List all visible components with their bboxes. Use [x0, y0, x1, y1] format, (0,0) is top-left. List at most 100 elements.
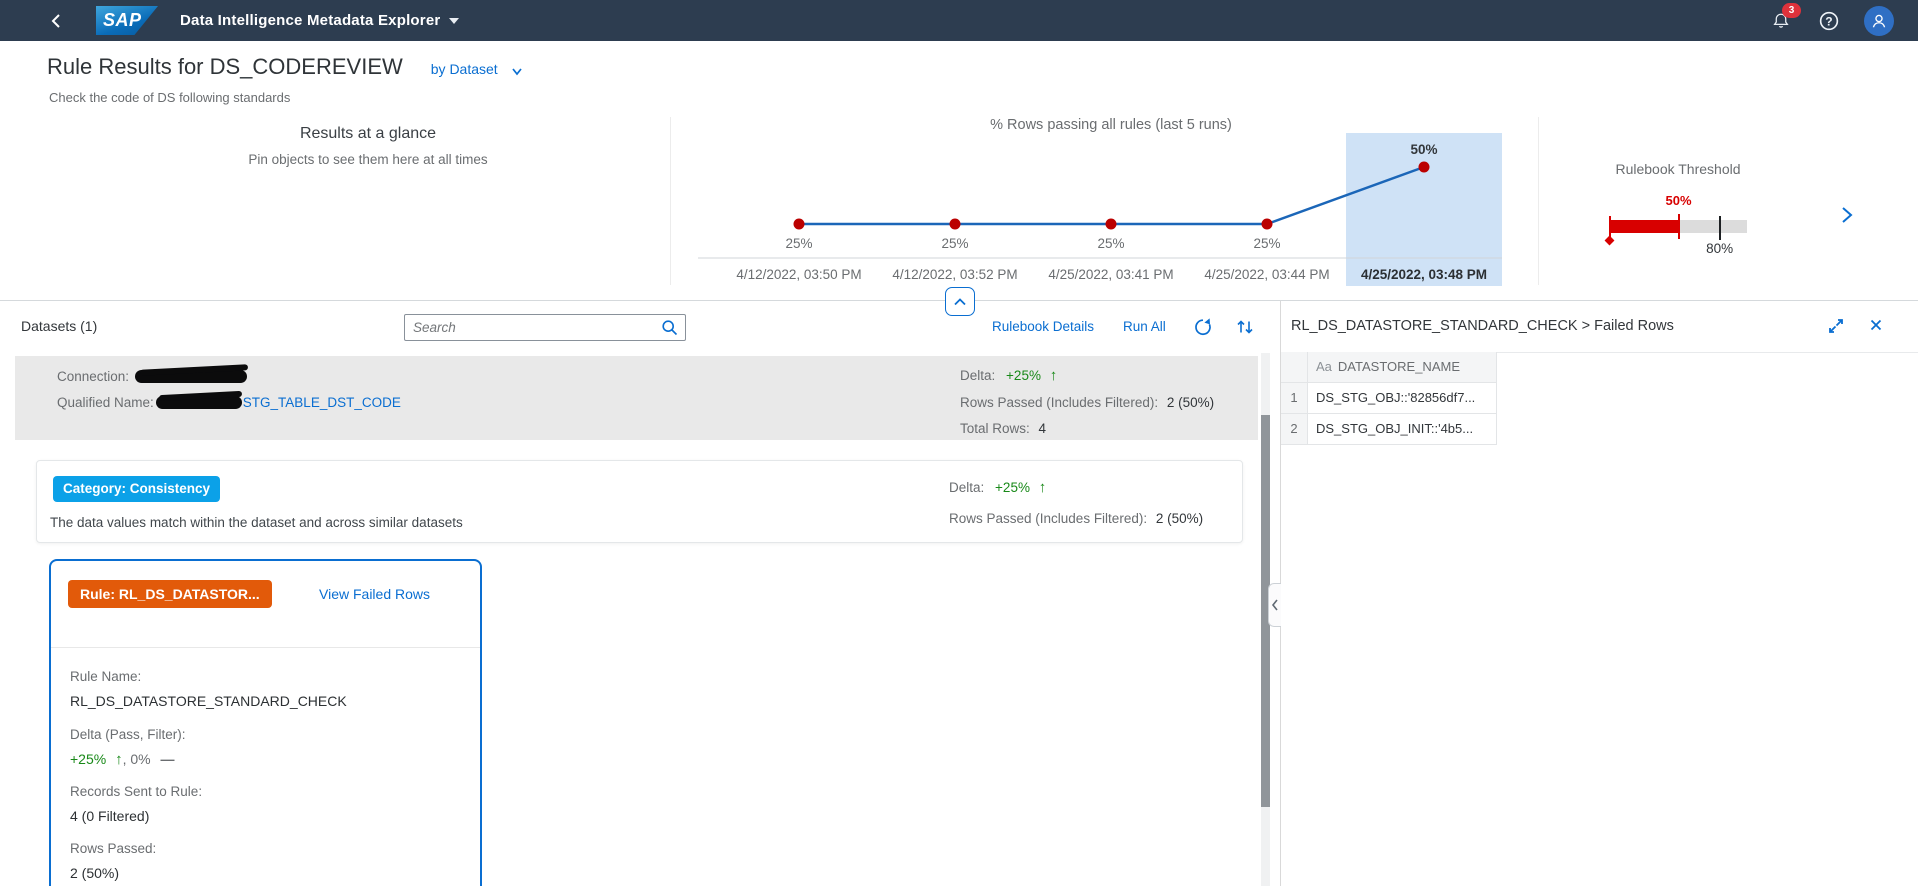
- svg-text:25%: 25%: [785, 236, 812, 251]
- total-rows-label: Total Rows:: [960, 421, 1030, 436]
- collapse-overview-button[interactable]: [945, 287, 975, 316]
- rule-delta-label: Delta (Pass, Filter):: [70, 727, 186, 742]
- delta-pass-value: +25%: [70, 751, 107, 767]
- notifications-button[interactable]: 3: [1768, 2, 1801, 34]
- redacted-connection-value: [135, 370, 248, 383]
- threshold-title: Rulebook Threshold: [1615, 161, 1741, 177]
- divider: [51, 647, 480, 648]
- delta-label: Delta:: [960, 368, 996, 383]
- row-number: 1: [1281, 383, 1308, 413]
- person-icon: [1872, 14, 1886, 28]
- table-row[interactable]: 1 DS_STG_OBJ::'82856df7...: [1281, 383, 1497, 414]
- glance-hint: Pin objects to see them here at all time…: [248, 152, 488, 167]
- rule-name-label: Rule Name:: [70, 669, 142, 684]
- rows-passed-label: Rows Passed (Includes Filtered):: [949, 511, 1148, 526]
- svg-text:25%: 25%: [1253, 236, 1280, 251]
- trend-up-icon: ↑: [115, 751, 123, 768]
- rule-rows-passed-value: 2 (50%): [70, 865, 120, 881]
- chevron-down-icon[interactable]: [510, 66, 524, 77]
- page-subtitle: Check the code of DS following standards: [49, 90, 291, 105]
- search-icon[interactable]: [661, 319, 679, 337]
- page-header: Rule Results for DS_CODEREVIEW by Datase…: [47, 54, 524, 80]
- panel-resize-handle[interactable]: [1268, 583, 1281, 627]
- view-by-dropdown[interactable]: by Dataset: [431, 61, 498, 77]
- qualified-name-label: Qualified Name:: [57, 395, 154, 410]
- table-row[interactable]: 2 DS_STG_OBJ_INIT::'4b5...: [1281, 414, 1497, 445]
- results-at-a-glance: Results at a glance Pin objects to see t…: [118, 125, 618, 167]
- delta-value: +25%: [995, 480, 1030, 495]
- svg-text:4/25/2022, 03:44 PM: 4/25/2022, 03:44 PM: [1204, 267, 1329, 282]
- dataset-stats: Delta: +25% ↑ Rows Passed (Includes Filt…: [960, 363, 1214, 443]
- search-input[interactable]: [405, 315, 685, 340]
- rows-passed-value: 2 (50%): [1166, 394, 1215, 410]
- rule-name-value: RL_DS_DATASTORE_STANDARD_CHECK: [70, 693, 347, 709]
- help-icon: ?: [1819, 11, 1839, 30]
- redacted-qualified-name: [155, 396, 242, 409]
- threshold-marker-diamond: [1604, 235, 1615, 246]
- text-type-icon: Aa: [1316, 359, 1332, 374]
- rule-badge: Rule: RL_DS_DATASTOR...: [68, 580, 272, 608]
- chevron-up-icon: [954, 298, 966, 306]
- threshold-target-label: 80%: [1706, 241, 1734, 256]
- user-avatar[interactable]: [1864, 5, 1894, 36]
- refresh-button[interactable]: [1192, 316, 1214, 338]
- view-failed-rows-link[interactable]: View Failed Rows: [319, 586, 430, 602]
- run-all-link[interactable]: Run All: [1123, 319, 1166, 334]
- svg-text:4/12/2022, 03:50 PM: 4/12/2022, 03:50 PM: [736, 267, 861, 282]
- refresh-icon: [1195, 318, 1211, 335]
- row-number-header: [1281, 352, 1308, 382]
- threshold-start-tick: [1609, 216, 1611, 237]
- records-sent-label: Records Sent to Rule:: [70, 784, 203, 799]
- rows-passed-value: 2 (50%): [1155, 511, 1204, 526]
- rule-delta-value: +25% ↑, 0% —: [70, 751, 175, 768]
- failed-rows-panel-header: RL_DS_DATASTORE_STANDARD_CHECK > Failed …: [1281, 301, 1918, 353]
- datastore-name-cell: DS_STG_OBJ::'82856df7...: [1308, 383, 1497, 413]
- column-header[interactable]: Aa DATASTORE_NAME: [1308, 352, 1497, 382]
- category-rows-passed: Rows Passed (Includes Filtered): 2 (50%): [949, 511, 1203, 526]
- fullscreen-icon: [1829, 319, 1843, 333]
- back-button[interactable]: [44, 9, 68, 33]
- category-card: Category: Consistency The data values ma…: [36, 460, 1243, 543]
- close-panel-button[interactable]: [1867, 316, 1889, 338]
- runs-line-chart[interactable]: % Rows passing all rules (last 5 runs) 25…: [690, 115, 1538, 295]
- table-header-row: Aa DATASTORE_NAME: [1281, 352, 1497, 383]
- category-delta: Delta: +25% ↑: [949, 479, 1046, 496]
- rule-rows-passed-label: Rows Passed:: [70, 841, 157, 856]
- help-button[interactable]: ?: [1816, 8, 1842, 34]
- rulebook-threshold: Rulebook Threshold 50% 80%: [1538, 115, 1918, 301]
- delta-value: +25%: [1006, 368, 1041, 383]
- qualified-name-link[interactable]: STG_TABLE_DST_CODE: [243, 395, 401, 410]
- threshold-value-tick: [1677, 214, 1680, 239]
- page-title: Rule Results for DS_CODEREVIEW: [47, 54, 403, 79]
- datasets-list: Connection: Qualified Name: STG_TABLE_DST…: [0, 353, 1261, 886]
- chevron-left-icon: [1271, 599, 1278, 611]
- trend-up-icon: ↑: [1038, 479, 1047, 496]
- threshold-target-tick: [1718, 216, 1721, 240]
- delta-label: Delta:: [949, 480, 985, 495]
- app-title[interactable]: Data Intelligence Metadata Explorer: [180, 12, 440, 29]
- glance-title: Results at a glance: [299, 125, 437, 142]
- category-description: The data values match within the dataset…: [50, 515, 463, 530]
- category-badge: Category: Consistency: [53, 476, 221, 502]
- no-change-icon: —: [160, 751, 175, 767]
- expand-threshold-button[interactable]: [1838, 203, 1862, 229]
- table-body: 1 DS_STG_OBJ::'82856df7... 2 DS_STG_OBJ_INI…: [1281, 383, 1497, 445]
- delta-filter-value: , 0%: [122, 751, 151, 767]
- app-title-caret-icon[interactable]: [449, 17, 460, 24]
- sort-button[interactable]: [1234, 316, 1256, 338]
- failed-rows-panel-title: RL_DS_DATASTORE_STANDARD_CHECK > Failed …: [1291, 318, 1674, 334]
- column-header-label: DATASTORE_NAME: [1337, 359, 1460, 374]
- expand-panel-button[interactable]: [1826, 316, 1848, 338]
- sort-arrows-icon: [1237, 320, 1253, 334]
- total-rows-value: 4: [1038, 421, 1047, 436]
- connection-line: Connection:: [57, 369, 248, 384]
- svg-text:50%: 50%: [1410, 142, 1437, 157]
- rule-card[interactable]: Rule: RL_DS_DATASTOR... View Failed Rows…: [49, 559, 482, 886]
- notification-badge: 3: [1782, 2, 1801, 18]
- datasets-toolbar: Datasets (1) Rulebook Details Run All: [0, 301, 1280, 353]
- back-chevron-icon: [51, 13, 60, 28]
- rulebook-details-link[interactable]: Rulebook Details: [992, 319, 1094, 334]
- qualified-name-line: Qualified Name: STG_TABLE_DST_CODE: [57, 395, 401, 410]
- svg-text:4/25/2022, 03:48 PM: 4/25/2022, 03:48 PM: [1361, 267, 1487, 282]
- chevron-right-icon: [1842, 207, 1853, 223]
